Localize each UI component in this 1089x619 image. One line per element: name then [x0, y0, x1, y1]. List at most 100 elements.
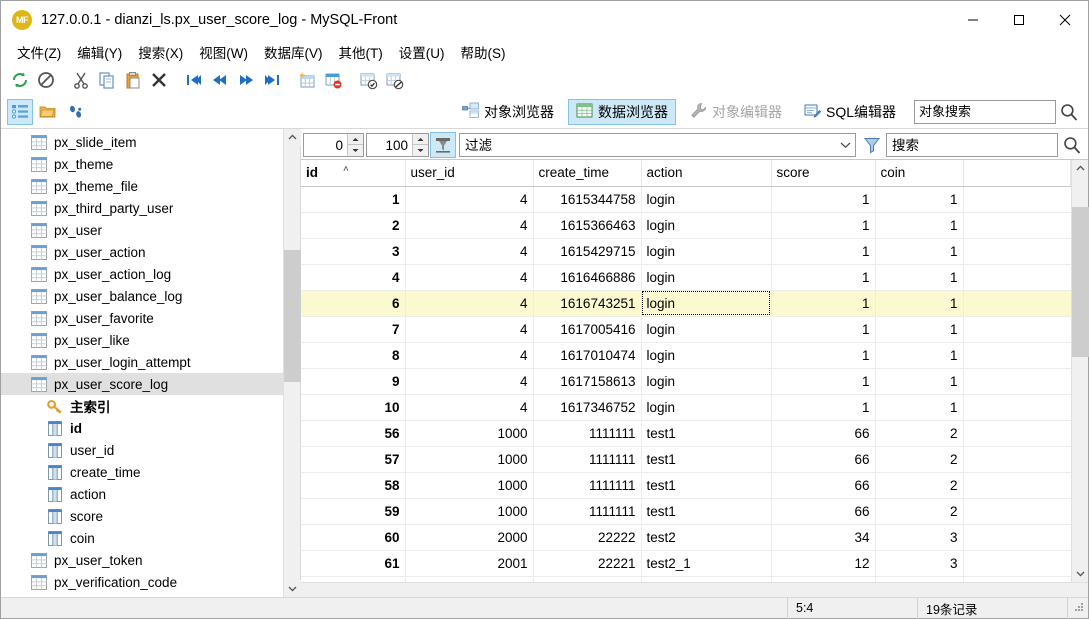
- grid-scroll-track[interactable]: [1072, 177, 1089, 565]
- cell-score[interactable]: 1: [771, 238, 876, 265]
- cell-id[interactable]: 4: [301, 264, 406, 291]
- cell-user_id[interactable]: 4: [405, 368, 534, 395]
- cell-create_time[interactable]: 22221: [533, 550, 642, 577]
- table-row[interactable]: 60 2000 22222 test2 34 3: [301, 524, 1071, 551]
- cell-score[interactable]: 66: [771, 472, 876, 499]
- table-row[interactable]: 61 2001 22221 test2_1 12 3: [301, 550, 1071, 577]
- table-row[interactable]: 56 1000 1111111 test1 66 2: [301, 420, 1071, 447]
- tree-view-icon[interactable]: [7, 98, 33, 125]
- table-row[interactable]: 3 4 1615429715 login 1 1: [301, 238, 1071, 265]
- table-row[interactable]: 4 4 1616466886 login 1 1: [301, 264, 1071, 291]
- insert-row-icon[interactable]: [294, 67, 320, 93]
- menu-view[interactable]: 视图(W): [191, 39, 256, 65]
- cell-user_id[interactable]: 1000: [405, 420, 534, 447]
- cell-coin[interactable]: 3: [875, 524, 964, 551]
- tree-item-px-theme[interactable]: px_theme: [1, 153, 300, 175]
- funnel-icon[interactable]: [859, 132, 885, 158]
- cell-coin[interactable]: 1: [875, 368, 964, 395]
- grid-scroll-thumb[interactable]: [1072, 207, 1089, 357]
- cell-id[interactable]: 6: [301, 290, 406, 317]
- limit-spin-buttons[interactable]: [412, 133, 429, 157]
- table-row[interactable]: 1 4 1615344758 login 1 1: [301, 186, 1071, 213]
- cell-action[interactable]: login: [641, 212, 772, 239]
- table-row[interactable]: 8 4 1617010474 login 1 1: [301, 342, 1071, 369]
- cell-action[interactable]: login: [641, 368, 772, 395]
- cell-score[interactable]: 66: [771, 498, 876, 525]
- cell-coin[interactable]: 1: [875, 342, 964, 369]
- cancel-edit-icon[interactable]: [381, 67, 407, 93]
- cell-user_id[interactable]: 4: [405, 186, 534, 213]
- last-record-icon[interactable]: [259, 67, 285, 93]
- apply-filter-icon[interactable]: [430, 132, 456, 158]
- cell-score[interactable]: 1: [771, 394, 876, 421]
- cell-create_time[interactable]: 1615366463: [533, 212, 642, 239]
- offset-stepper[interactable]: [303, 133, 364, 157]
- menu-search[interactable]: 搜索(X): [130, 39, 191, 65]
- offset-spin-down[interactable]: [348, 145, 363, 156]
- tree-item-px-user-login-attempt[interactable]: px_user_login_attempt: [1, 351, 300, 373]
- cell-score[interactable]: 1: [771, 212, 876, 239]
- cell-user_id[interactable]: 2001: [405, 550, 534, 577]
- offset-input[interactable]: [303, 133, 347, 157]
- sidebar-scroll-thumb[interactable]: [283, 250, 301, 382]
- minimize-button[interactable]: [950, 1, 996, 39]
- grid-scroll-up-arrow[interactable]: [1072, 160, 1088, 177]
- cell-score[interactable]: 66: [771, 420, 876, 447]
- tree-item-px-user-action[interactable]: px_user_action: [1, 241, 300, 263]
- cell-score[interactable]: 1: [771, 342, 876, 369]
- cell-create_time[interactable]: 1111111: [533, 498, 642, 525]
- first-record-icon[interactable]: [181, 67, 207, 93]
- cell-score[interactable]: 1: [771, 368, 876, 395]
- prev-record-icon[interactable]: [207, 67, 233, 93]
- cell-coin[interactable]: 3: [875, 550, 964, 577]
- cell-score[interactable]: 66: [771, 446, 876, 473]
- cut-icon[interactable]: [68, 67, 94, 93]
- copy-icon[interactable]: [94, 67, 120, 93]
- paste-icon[interactable]: [120, 67, 146, 93]
- cell-coin[interactable]: 2: [875, 498, 964, 525]
- table-row[interactable]: 6 4 1616743251 login 1 1: [301, 290, 1071, 317]
- stop-icon[interactable]: [33, 67, 59, 93]
- cell-user_id[interactable]: 4: [405, 316, 534, 343]
- cell-user_id[interactable]: 1000: [405, 472, 534, 499]
- cell-coin[interactable]: 2: [875, 472, 964, 499]
- object-tree[interactable]: px_slide_item px_theme px_theme_file px_thi…: [1, 129, 300, 597]
- cell-action[interactable]: login: [641, 290, 772, 317]
- filter-input[interactable]: [460, 137, 835, 153]
- column-header-coin[interactable]: coin: [875, 160, 964, 187]
- cell-coin[interactable]: 1: [875, 212, 964, 239]
- table-row[interactable]: 2 4 1615366463 login 1 1: [301, 212, 1071, 239]
- cell-coin[interactable]: 2: [875, 446, 964, 473]
- menu-help[interactable]: 帮助(S): [452, 39, 513, 65]
- column-header-score[interactable]: score: [771, 160, 876, 187]
- cell-action[interactable]: login: [641, 264, 772, 291]
- chevron-down-icon[interactable]: [835, 141, 855, 149]
- maximize-button[interactable]: [996, 1, 1042, 39]
- grid-scroll-down-arrow[interactable]: [1072, 565, 1088, 582]
- cell-action[interactable]: login: [641, 186, 772, 213]
- cell-create_time[interactable]: 1615429715: [533, 238, 642, 265]
- cell-user_id[interactable]: 4: [405, 212, 534, 239]
- delete-row-icon[interactable]: [320, 67, 346, 93]
- cell-coin[interactable]: 1: [875, 264, 964, 291]
- close-button[interactable]: [1042, 1, 1088, 39]
- cell-id[interactable]: 8: [301, 342, 406, 369]
- cell-score[interactable]: 34: [771, 524, 876, 551]
- tree-item-create-time[interactable]: create_time: [1, 461, 300, 483]
- cell-id[interactable]: 9: [301, 368, 406, 395]
- tree-item-id[interactable]: id: [1, 417, 300, 439]
- tab-object-editor[interactable]: 对象编辑器: [682, 99, 790, 125]
- cell-id[interactable]: 61: [301, 550, 406, 577]
- next-record-icon[interactable]: [233, 67, 259, 93]
- tree-item-user-id[interactable]: user_id: [1, 439, 300, 461]
- cell-id[interactable]: 1: [301, 186, 406, 213]
- cell-user_id[interactable]: 4: [405, 394, 534, 421]
- scroll-down-arrow[interactable]: [283, 580, 301, 597]
- cell-user_id[interactable]: 4: [405, 342, 534, 369]
- cell-id[interactable]: 60: [301, 524, 406, 551]
- cell-user_id[interactable]: 2000: [405, 524, 534, 551]
- folder-view-icon[interactable]: [35, 99, 61, 125]
- cell-create_time[interactable]: 1111111: [533, 472, 642, 499]
- table-row[interactable]: 57 1000 1111111 test1 66 2: [301, 446, 1071, 473]
- cell-user_id[interactable]: 1000: [405, 446, 534, 473]
